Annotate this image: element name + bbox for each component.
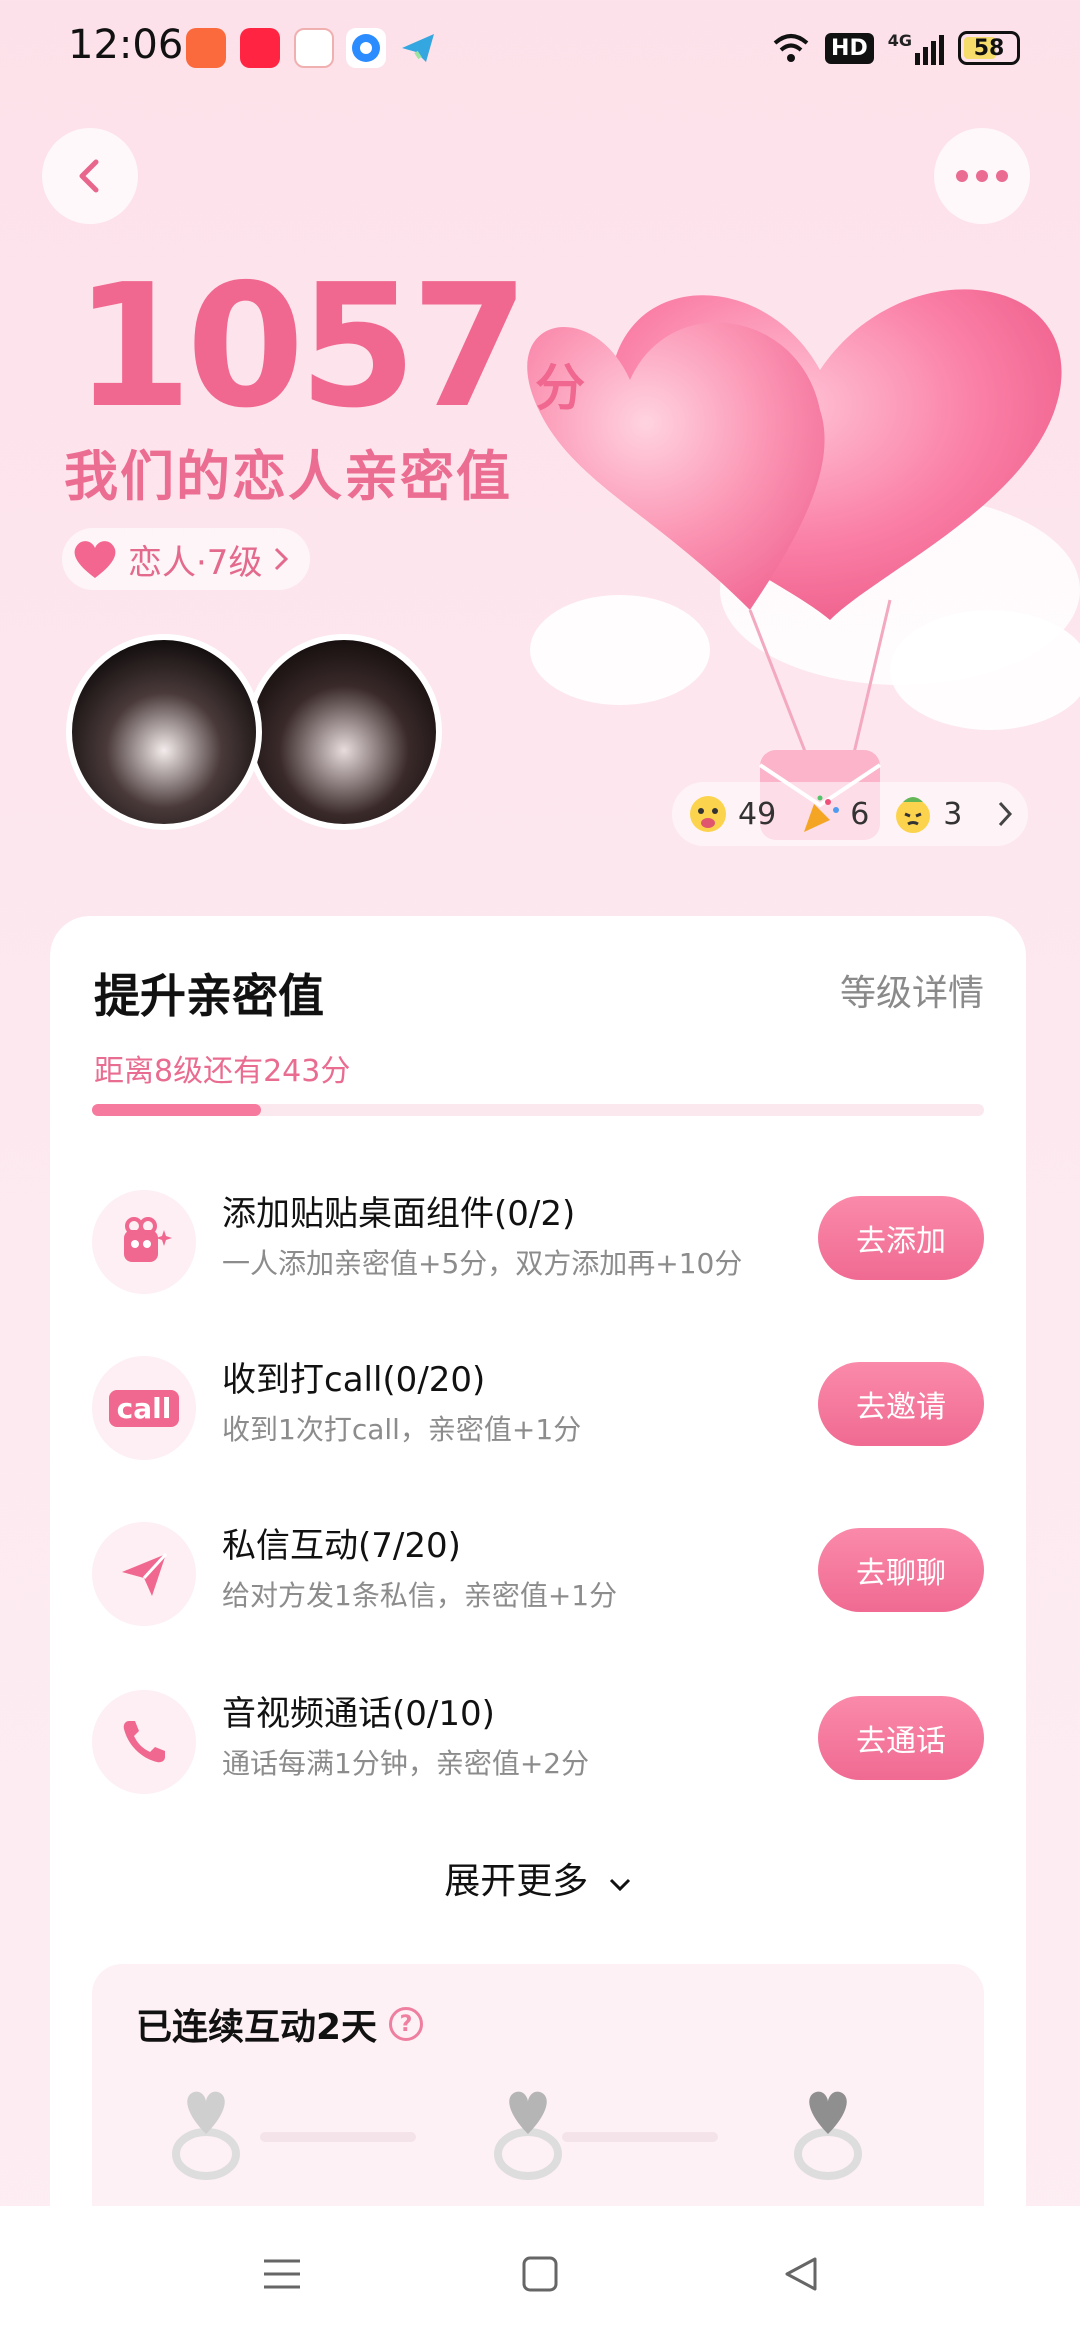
task-row: 添加贴贴桌面组件(0/2) 一人添加亲密值+5分，双方添加再+10分 去添加: [92, 1186, 984, 1296]
hug-count: 49: [738, 796, 777, 832]
heart-ring-icon: [794, 2091, 862, 2180]
heart-ring-icon: [494, 2091, 562, 2180]
party-count: 6: [850, 796, 870, 832]
browser-icon: [346, 28, 386, 68]
sticker-widget-icon: [92, 1190, 196, 1294]
task-title: 收到打call(0/20): [222, 1360, 486, 1400]
status-bar: 12:06 HD 4G 58: [0, 0, 1080, 100]
chevron-left-icon: [79, 159, 99, 193]
expand-more-button[interactable]: 展开更多: [50, 1852, 1026, 1904]
streak-track: [260, 2132, 416, 2142]
task-row: call 收到打call(0/20) 收到1次打call，亲密值+1分 去邀请: [92, 1352, 984, 1462]
more-button[interactable]: [934, 128, 1030, 224]
task-title: 添加贴贴桌面组件(0/2): [222, 1194, 576, 1234]
go-chat-button[interactable]: 去聊聊: [818, 1528, 984, 1612]
streak-title-text: 已连续互动2天: [136, 2007, 378, 2048]
intimacy-tasks-card: 提升亲密值 等级详情 距离8级还有243分 添加贴贴桌面组件(0/2) 一人添加…: [50, 916, 1026, 2340]
level-distance: 距离8级还有243分: [94, 1054, 351, 1089]
task-description: 收到1次打call，亲密值+1分: [222, 1413, 582, 1446]
battery-icon: 58: [958, 31, 1020, 65]
pout-emoji-icon: [891, 792, 935, 836]
home-square-icon: [522, 2256, 558, 2292]
streak-title: 已连续互动2天 ?: [136, 1998, 424, 2050]
task-description: 给对方发1条私信，亲密值+1分: [222, 1579, 618, 1612]
party-popper-icon: [798, 792, 842, 836]
intimacy-title: 我们的恋人亲密值: [64, 445, 512, 508]
xiaohongshu-icon: [240, 28, 280, 68]
game-icon: [294, 28, 334, 68]
score-number: 1057: [74, 248, 529, 446]
level-pill[interactable]: 恋人·7级: [62, 528, 311, 590]
card-title: 提升亲密值: [94, 969, 324, 1023]
help-icon[interactable]: ?: [389, 2007, 424, 2041]
telegram-icon: [398, 28, 438, 68]
level-label: 恋人·7级: [128, 542, 263, 583]
go-call-button[interactable]: 去通话: [818, 1696, 984, 1780]
wifi-icon: [773, 34, 809, 62]
back-button[interactable]: [42, 128, 138, 224]
go-add-button[interactable]: 去添加: [818, 1196, 984, 1280]
reactions-bar[interactable]: 49 6 3: [672, 782, 1028, 846]
system-navigation-bar: [0, 2206, 1080, 2340]
home-button[interactable]: [510, 2244, 570, 2304]
network-label: 4G: [887, 31, 912, 50]
chevron-down-icon: [609, 1878, 630, 1892]
user-avatar[interactable]: [66, 634, 262, 830]
menu-button[interactable]: [252, 2244, 312, 2304]
task-title: 音视频通话(0/10): [222, 1694, 495, 1734]
more-dots-icon: [956, 170, 1008, 182]
level-progress-fill: [92, 1104, 262, 1116]
status-time: 12:06: [68, 22, 184, 68]
task-description: 一人添加亲密值+5分，双方添加再+10分: [222, 1247, 743, 1280]
call-icon: call: [92, 1356, 196, 1460]
score-unit: 分: [535, 359, 586, 417]
pout-count: 3: [943, 796, 963, 832]
intimacy-score: 1057 分: [74, 248, 585, 446]
task-title: 私信互动(7/20): [222, 1526, 461, 1566]
task-row: 私信互动(7/20) 给对方发1条私信，亲密值+1分 去聊聊: [92, 1518, 984, 1628]
phone-icon: [92, 1690, 196, 1794]
expand-more-label: 展开更多: [444, 1861, 589, 1902]
task-description: 通话每满1分钟，亲密值+2分: [222, 1747, 590, 1780]
level-details-link[interactable]: 等级详情: [840, 964, 984, 1016]
menu-icon: [264, 2259, 300, 2289]
kuaishou-icon: [186, 28, 226, 68]
call-badge: call: [108, 1389, 180, 1427]
back-triangle-icon: [785, 2257, 817, 2291]
chevron-right-icon: [998, 801, 1013, 827]
send-message-icon: [92, 1522, 196, 1626]
heart-icon: [74, 541, 116, 578]
go-invite-button[interactable]: 去邀请: [818, 1362, 984, 1446]
battery-level: 58: [973, 35, 1005, 61]
hd-badge: HD: [825, 32, 874, 64]
hug-emoji-icon: [686, 792, 730, 836]
level-progress-bar: [92, 1104, 984, 1116]
chevron-right-icon: [275, 547, 289, 571]
heart-ring-icon: [172, 2091, 240, 2180]
back-nav-button[interactable]: [770, 2244, 830, 2304]
streak-track: [562, 2132, 718, 2142]
signal-icon: 4G: [888, 31, 944, 65]
task-row: 音视频通话(0/10) 通话每满1分钟，亲密值+2分 去通话: [92, 1686, 984, 1796]
partner-avatar[interactable]: [246, 634, 442, 830]
